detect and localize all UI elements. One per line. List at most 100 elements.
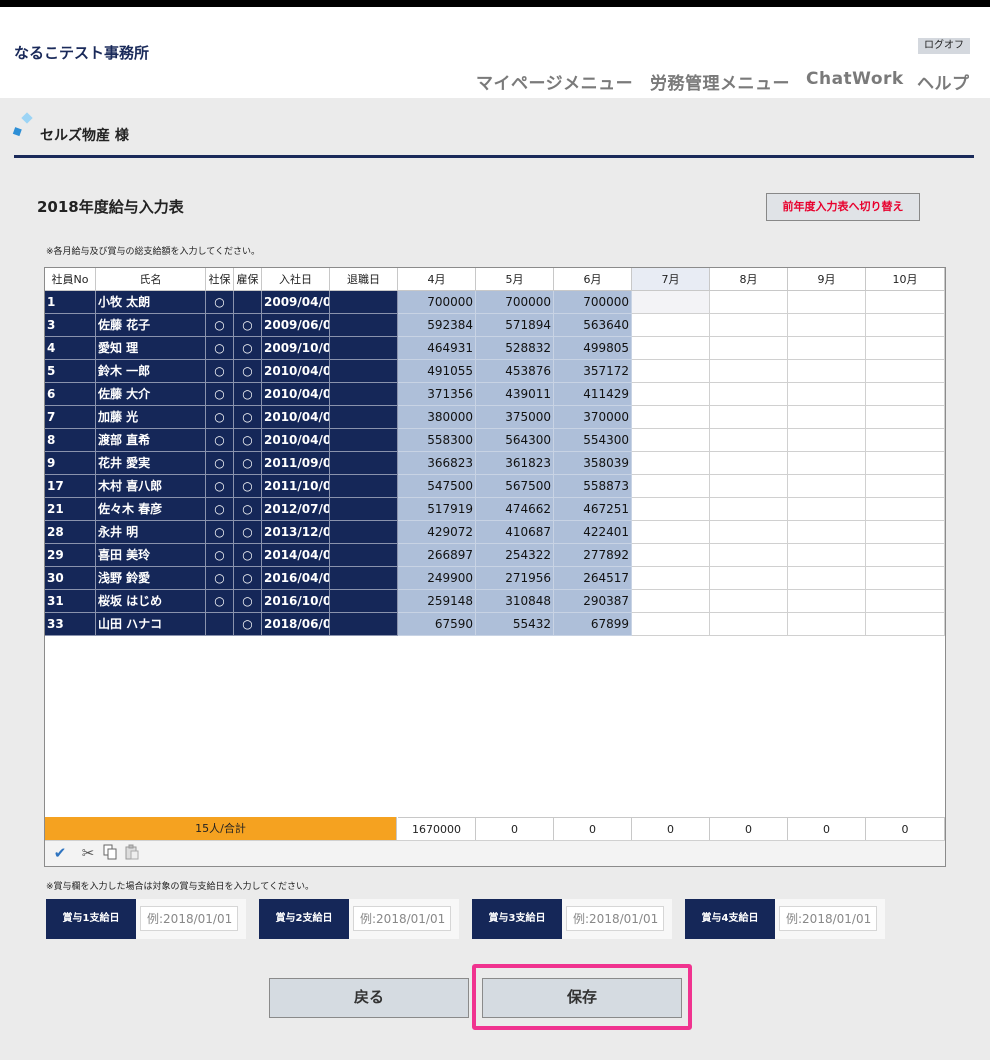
cell-apr[interactable]: 371356 <box>398 383 476 406</box>
cell-jun[interactable]: 290387 <box>554 590 632 613</box>
bonus3-date-input[interactable] <box>566 906 664 931</box>
cell-jun[interactable]: 67899 <box>554 613 632 636</box>
cell-sep[interactable] <box>788 314 866 337</box>
cell-jun[interactable]: 700000 <box>554 291 632 314</box>
cell-jul[interactable] <box>632 613 710 636</box>
cell-jun[interactable]: 422401 <box>554 521 632 544</box>
cell-may[interactable]: 567500 <box>476 475 554 498</box>
cell-sep[interactable] <box>788 406 866 429</box>
cell-jun[interactable]: 277892 <box>554 544 632 567</box>
cell-jul[interactable] <box>632 521 710 544</box>
cell-sep[interactable] <box>788 383 866 406</box>
cell-jul[interactable] <box>632 314 710 337</box>
cell-aug[interactable] <box>710 429 788 452</box>
cell-jun[interactable]: 554300 <box>554 429 632 452</box>
cell-apr[interactable]: 491055 <box>398 360 476 383</box>
logoff-button[interactable]: ログオフ <box>918 38 970 54</box>
cell-aug[interactable] <box>710 498 788 521</box>
cell-oct[interactable] <box>866 452 945 475</box>
cell-aug[interactable] <box>710 613 788 636</box>
cell-oct[interactable] <box>866 383 945 406</box>
cell-oct[interactable] <box>866 544 945 567</box>
cell-apr[interactable]: 547500 <box>398 475 476 498</box>
cell-sep[interactable] <box>788 452 866 475</box>
cell-apr[interactable]: 249900 <box>398 567 476 590</box>
cell-aug[interactable] <box>710 590 788 613</box>
cell-oct[interactable] <box>866 521 945 544</box>
cell-jul[interactable] <box>632 406 710 429</box>
cell-jun[interactable]: 467251 <box>554 498 632 521</box>
cell-may[interactable]: 271956 <box>476 567 554 590</box>
cell-apr[interactable]: 517919 <box>398 498 476 521</box>
cell-aug[interactable] <box>710 406 788 429</box>
cell-sep[interactable] <box>788 544 866 567</box>
cell-oct[interactable] <box>866 337 945 360</box>
cell-aug[interactable] <box>710 360 788 383</box>
cell-may[interactable]: 361823 <box>476 452 554 475</box>
cell-sep[interactable] <box>788 498 866 521</box>
cell-oct[interactable] <box>866 567 945 590</box>
cell-oct[interactable] <box>866 475 945 498</box>
cut-icon[interactable]: ✂ <box>79 844 97 862</box>
cell-aug[interactable] <box>710 314 788 337</box>
cell-jul[interactable] <box>632 337 710 360</box>
cell-apr[interactable]: 429072 <box>398 521 476 544</box>
bonus1-date-input[interactable] <box>140 906 238 931</box>
cell-jun[interactable]: 358039 <box>554 452 632 475</box>
cell-oct[interactable] <box>866 429 945 452</box>
cell-aug[interactable] <box>710 337 788 360</box>
nav-mypage-menu[interactable]: マイページメニュー <box>476 69 633 94</box>
cell-jun[interactable]: 370000 <box>554 406 632 429</box>
cell-apr[interactable]: 558300 <box>398 429 476 452</box>
cell-jul[interactable] <box>632 291 710 314</box>
cell-aug[interactable] <box>710 567 788 590</box>
cell-sep[interactable] <box>788 291 866 314</box>
cell-may[interactable]: 375000 <box>476 406 554 429</box>
cell-oct[interactable] <box>866 498 945 521</box>
cell-apr[interactable]: 259148 <box>398 590 476 613</box>
cell-jun[interactable]: 499805 <box>554 337 632 360</box>
cell-oct[interactable] <box>866 590 945 613</box>
nav-help[interactable]: ヘルプ <box>917 69 970 94</box>
copy-icon[interactable] <box>101 844 119 862</box>
cell-jul[interactable] <box>632 429 710 452</box>
cell-jul[interactable] <box>632 544 710 567</box>
cell-may[interactable]: 564300 <box>476 429 554 452</box>
cell-jul[interactable] <box>632 383 710 406</box>
cell-apr[interactable]: 266897 <box>398 544 476 567</box>
cell-jun[interactable]: 357172 <box>554 360 632 383</box>
cell-may[interactable]: 453876 <box>476 360 554 383</box>
cell-apr[interactable]: 366823 <box>398 452 476 475</box>
cell-may[interactable]: 700000 <box>476 291 554 314</box>
nav-labor-menu[interactable]: 労務管理メニュー <box>650 69 790 94</box>
cell-apr[interactable]: 380000 <box>398 406 476 429</box>
cell-jul[interactable] <box>632 360 710 383</box>
cell-apr[interactable]: 67590 <box>398 613 476 636</box>
cell-apr[interactable]: 592384 <box>398 314 476 337</box>
cell-aug[interactable] <box>710 544 788 567</box>
cell-oct[interactable] <box>866 314 945 337</box>
switch-previous-year-button[interactable]: 前年度入力表へ切り替え <box>766 193 920 221</box>
cell-may[interactable]: 410687 <box>476 521 554 544</box>
cell-may[interactable]: 571894 <box>476 314 554 337</box>
cell-may[interactable]: 55432 <box>476 613 554 636</box>
cell-apr[interactable]: 700000 <box>398 291 476 314</box>
cell-sep[interactable] <box>788 360 866 383</box>
cell-aug[interactable] <box>710 383 788 406</box>
cell-jun[interactable]: 558873 <box>554 475 632 498</box>
checkmark-icon[interactable]: ✔ <box>51 844 69 862</box>
cell-jul[interactable] <box>632 452 710 475</box>
cell-jun[interactable]: 411429 <box>554 383 632 406</box>
cell-oct[interactable] <box>866 613 945 636</box>
cell-jul[interactable] <box>632 567 710 590</box>
cell-sep[interactable] <box>788 567 866 590</box>
cell-oct[interactable] <box>866 291 945 314</box>
bonus2-date-input[interactable] <box>353 906 451 931</box>
cell-oct[interactable] <box>866 360 945 383</box>
cell-sep[interactable] <box>788 475 866 498</box>
cell-oct[interactable] <box>866 406 945 429</box>
bonus4-date-input[interactable] <box>779 906 877 931</box>
cell-aug[interactable] <box>710 291 788 314</box>
cell-sep[interactable] <box>788 521 866 544</box>
cell-jul[interactable] <box>632 590 710 613</box>
